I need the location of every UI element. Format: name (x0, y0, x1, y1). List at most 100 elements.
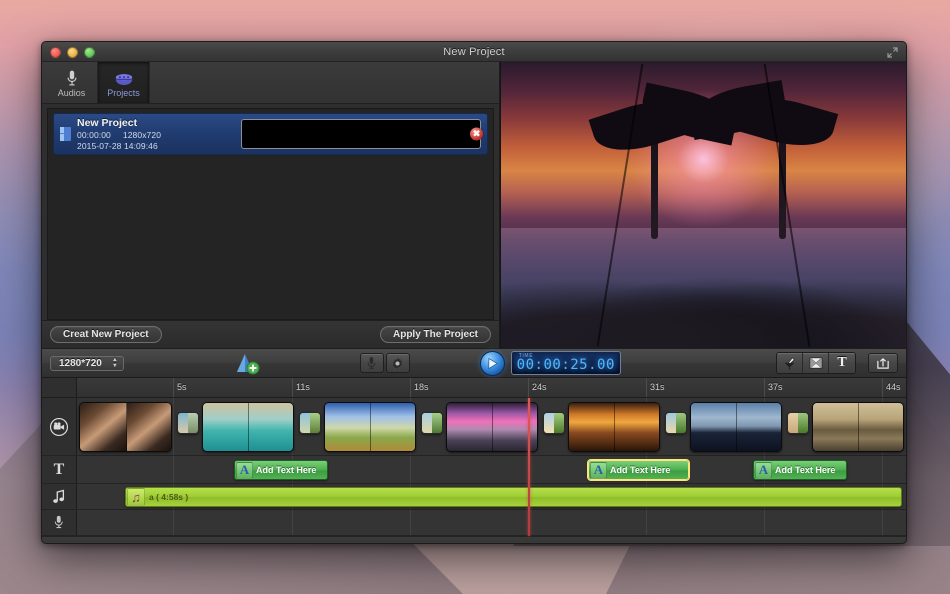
ruler-tick: 18s (410, 378, 429, 397)
track-head-text[interactable]: T (42, 456, 77, 483)
close-button[interactable] (50, 47, 61, 58)
video-clip[interactable] (568, 402, 660, 452)
titles-button[interactable]: T (829, 353, 855, 373)
track-head-video[interactable] (42, 398, 77, 455)
transition-clip[interactable] (787, 412, 809, 434)
audio-clip-label: a ( 4:58s ) (149, 492, 188, 502)
fullscreen-icon[interactable] (886, 46, 899, 59)
zoom-slider-knob[interactable] (860, 544, 871, 545)
timeline-tracks: T A Add Text Here A Add Text Here (42, 398, 906, 536)
track-body-music[interactable]: ♫ a ( 4:58s ) (77, 484, 906, 509)
video-clip[interactable] (324, 402, 416, 452)
resolution-value: 1280*720 (59, 358, 102, 369)
transition-clip[interactable] (421, 412, 443, 434)
ruler-tick: 44s (882, 378, 901, 397)
time-display-label: TIME (519, 353, 533, 359)
project-thumbnail[interactable] (241, 119, 481, 149)
project-list[interactable]: New Project 00:00:001280x720 2015-07-28 … (47, 108, 494, 320)
track-head-music[interactable] (42, 484, 77, 509)
timeline-ruler[interactable]: 5s 11s 18s 24s 31s 37s 44s (42, 378, 906, 398)
ruler-tick: 5s (173, 378, 187, 397)
tab-projects[interactable]: Projects (98, 62, 150, 103)
text-A-icon: A (590, 462, 607, 479)
zoom-button[interactable] (84, 47, 95, 58)
music-note-icon (52, 489, 66, 505)
microphone-icon (366, 356, 377, 370)
ruler-scale[interactable]: 5s 11s 18s 24s 31s 37s 44s (77, 378, 906, 397)
upper-region: Audios Projects (42, 62, 906, 348)
play-icon (487, 357, 498, 370)
track-body-text[interactable]: A Add Text Here A Add Text Here A Add Te… (77, 456, 906, 483)
window-titlebar: New Project (42, 42, 906, 62)
editing-tools: T (776, 352, 856, 374)
film-camera-icon (49, 417, 69, 437)
browser-tabs: Audios Projects (42, 62, 499, 104)
gear-icon (391, 357, 404, 370)
window-controls[interactable] (50, 47, 95, 58)
track-body-video[interactable] (77, 398, 906, 455)
list-item[interactable]: New Project 00:00:001280x720 2015-07-28 … (53, 113, 488, 155)
create-new-project-button[interactable]: Creat New Project (50, 326, 162, 343)
time-display: TIME 00:00:25.00 (511, 351, 621, 375)
text-clip-label: Add Text Here (610, 465, 670, 475)
horizontal-scrollbar[interactable] (77, 543, 780, 544)
project-resolution: 1280x720 (123, 130, 161, 140)
project-name: New Project (77, 117, 237, 129)
timeline-footer (42, 536, 906, 544)
transition-clip[interactable] (299, 412, 321, 434)
ruler-tick: 37s (764, 378, 783, 397)
track-music: ♫ a ( 4:58s ) (42, 484, 906, 510)
magnifier-minus-icon[interactable] (792, 543, 803, 544)
timeline: 5s 11s 18s 24s 31s 37s 44s (42, 378, 906, 543)
text-A-icon: A (236, 462, 253, 479)
minimize-button[interactable] (67, 47, 78, 58)
track-head-voice[interactable] (42, 510, 77, 535)
microphone-icon (65, 67, 79, 87)
transition-clip[interactable] (177, 412, 199, 434)
text-clip[interactable]: A Add Text Here (753, 460, 847, 480)
track-voice (42, 510, 906, 536)
video-clip[interactable] (690, 402, 782, 452)
audio-clip[interactable]: ♫ a ( 4:58s ) (125, 487, 902, 507)
video-clip[interactable] (79, 402, 172, 452)
tab-audios-label: Audios (58, 88, 86, 98)
text-T-icon: T (54, 461, 65, 479)
projects-icon (114, 67, 134, 87)
video-clip[interactable] (446, 402, 538, 452)
share-button[interactable] (868, 353, 898, 373)
project-date: 2015-07-28 14:09:46 (77, 141, 237, 151)
resolution-select[interactable]: 1280*720 ▲▼ (50, 356, 124, 371)
transition-clip[interactable] (543, 412, 565, 434)
add-media-button[interactable] (234, 351, 260, 375)
ruler-gutter (42, 378, 77, 397)
video-preview[interactable] (500, 62, 906, 348)
track-body-voice[interactable] (77, 510, 906, 535)
video-clip[interactable] (812, 402, 904, 452)
playhead[interactable] (528, 398, 530, 536)
play-button[interactable] (480, 351, 505, 376)
text-clip[interactable]: A Add Text Here (234, 460, 328, 480)
browser-footer: Creat New Project Apply The Project (42, 320, 499, 348)
tab-projects-label: Projects (107, 88, 140, 98)
zoom-slider[interactable] (788, 543, 900, 544)
ruler-tick: 11s (292, 378, 310, 397)
tab-audios[interactable]: Audios (46, 62, 98, 103)
project-meta: New Project 00:00:001280x720 2015-07-28 … (77, 117, 237, 151)
record-voiceover-button[interactable] (360, 353, 384, 373)
text-clip-label: Add Text Here (256, 465, 316, 475)
delete-project-button[interactable]: ✖ (470, 128, 483, 141)
text-clip[interactable]: A Add Text Here (588, 460, 689, 480)
effects-button[interactable] (777, 353, 803, 373)
transition-icon (809, 357, 823, 369)
project-file-icon (60, 127, 71, 141)
settings-button[interactable] (386, 353, 410, 373)
chevron-updown-icon: ▲▼ (112, 358, 118, 369)
text-A-icon: A (755, 462, 772, 479)
video-clip[interactable] (202, 402, 294, 452)
transitions-button[interactable] (803, 353, 829, 373)
ruler-tick: 24s (528, 378, 547, 397)
magnifier-plus-icon[interactable] (885, 543, 896, 544)
app-window: New Project (41, 41, 907, 544)
transition-clip[interactable] (665, 412, 687, 434)
apply-the-project-button[interactable]: Apply The Project (380, 326, 491, 343)
